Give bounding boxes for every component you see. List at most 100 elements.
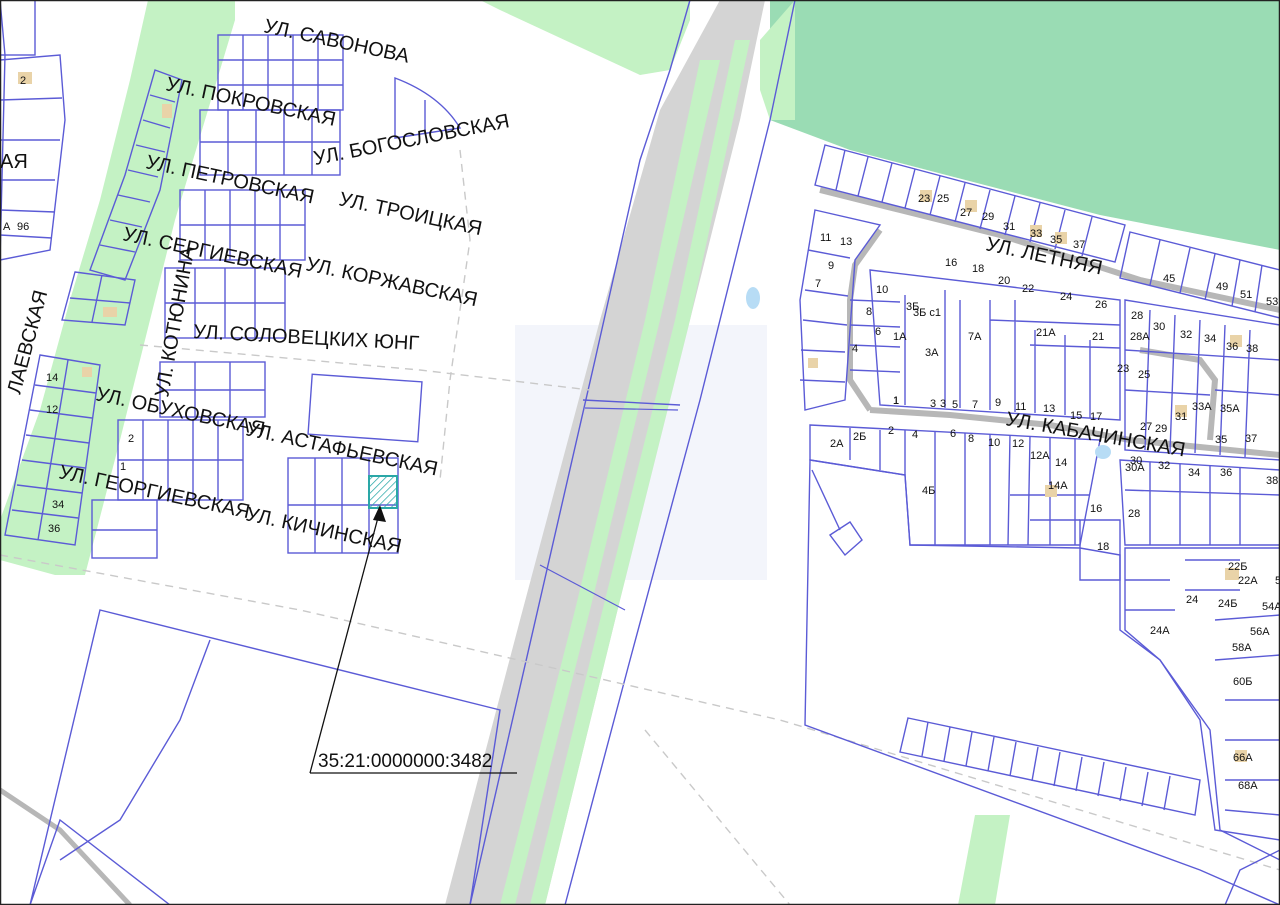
house-number: 8 [968,433,974,445]
house-number: 53 [1266,296,1278,308]
house-number: 25 [937,193,949,205]
callout-leader [309,509,381,774]
highlighted-parcel[interactable] [368,475,398,509]
house-number: 23 [918,193,930,205]
house-number: 35 [1050,234,1062,246]
parcel-edge-top [0,0,36,56]
street-label-troitskaya: УЛ. ТРОИЦКАЯ [337,188,484,240]
house-number: 21 [1092,331,1104,343]
house-number: 22Б [1228,561,1247,573]
house-number: 22А [1238,575,1258,587]
house-number: 1 [893,395,899,407]
house-number: 2 [128,433,134,445]
parcel-block-west-grid [799,249,851,383]
road-connector [847,228,883,412]
house-number: 24 [1060,291,1072,303]
house-number: 35 [1215,434,1227,446]
house-number: 16 [945,257,957,269]
house-number: 27 [1140,421,1152,433]
street-label-partial: АЯ [0,151,28,173]
house-number: 7 [972,399,978,411]
house-number: 23 [1117,363,1129,375]
house-number: 27 [960,207,972,219]
cadastral-number-label[interactable]: 35:21:0000000:3482 [318,751,492,772]
parcel-line-south [811,469,841,531]
parcel-block-south-east-grid [1125,559,1280,816]
house-number: 3А [925,347,939,359]
parcel-big-south [804,459,1280,905]
house-number: 37 [1073,239,1085,251]
house-number: 22 [1022,283,1034,295]
house-number: 96 [17,221,29,233]
building [162,104,172,118]
dashed-line-1 [0,554,1280,871]
house-number: 30А [1125,462,1145,474]
house-number: 37 [1245,433,1257,445]
house-number: 38 [1266,475,1278,487]
house-number: 31 [1003,221,1015,233]
house-number: 36 [1226,341,1238,353]
road-diagonal [0,787,132,905]
green-area-top [480,0,690,75]
house-number: 14А [1048,480,1068,492]
house-number: 10 [988,437,1000,449]
house-number: 31 [1175,411,1187,423]
house-number: 4Б [922,485,935,497]
house-number: 24 [1186,594,1198,606]
house-number: 34 [52,499,64,511]
street-label-bogoslovskaya: УЛ. БОГОСЛОВСКАЯ [312,110,512,170]
house-number: 15 [1070,410,1082,422]
house-number: 45 [1163,273,1175,285]
house-number: 4 [852,343,858,355]
house-number: 13 [1043,403,1055,415]
house-number: 35А [1220,403,1240,415]
house-number: 6 [950,428,956,440]
parcel-bottom-right-corner [1224,849,1280,905]
house-number: 20 [998,275,1010,287]
pond [746,287,760,309]
house-number: 5 [952,399,958,411]
house-number: 14 [1055,457,1067,469]
house-number: 54А [1262,601,1280,613]
parcel-solovetskih [307,373,423,443]
house-number: 7А [968,331,982,343]
building [808,358,818,368]
house-number: 1 [120,461,126,473]
house-number: 11 [1015,401,1026,413]
house-number: А [3,221,11,233]
house-number: 9 [995,397,1001,409]
house-number: 26 [1095,299,1107,311]
house-number: 33А [1192,401,1212,413]
street-label-solovetskih: УЛ. СОЛОВЕЦКИХ ЮНГ [193,321,420,355]
parcel-bottom-left-line [59,639,211,861]
house-number: 38 [1246,343,1258,355]
house-number: 32 [1158,460,1170,472]
house-number: 24Б [1218,598,1237,610]
house-number: 3Б с1 [913,307,941,319]
house-number: 8 [866,306,872,318]
house-number: 28 [1128,508,1140,520]
house-number: 34 [1204,333,1216,345]
house-number: 21А [1036,327,1056,339]
cadastral-map[interactable]: УЛ. САВОНОВА УЛ. ПОКРОВСКАЯ УЛ. БОГОСЛОВ… [0,0,1280,905]
house-number: 2 [888,425,894,437]
house-number: 2Б [853,431,866,443]
house-number: 36 [1220,467,1232,479]
house-number: 66А [1233,752,1253,764]
house-number: 18 [972,263,984,275]
house-number: 11 [820,232,831,244]
house-number: 51 [1240,289,1252,301]
house-number: 68А [1238,780,1258,792]
house-number: 9 [828,260,834,272]
building [82,367,92,377]
house-number: 2А [830,438,844,450]
buildings-right [808,190,1247,762]
house-number: 25 [1138,369,1150,381]
house-number: 7 [815,278,821,290]
forest-area [770,0,1280,250]
house-number: 32 [1180,329,1192,341]
house-number: 34 [1188,467,1200,479]
dashed-line-3 [439,149,471,481]
target-parcel[interactable] [368,475,398,509]
parcel-block-southeast-grid [1124,462,1280,545]
